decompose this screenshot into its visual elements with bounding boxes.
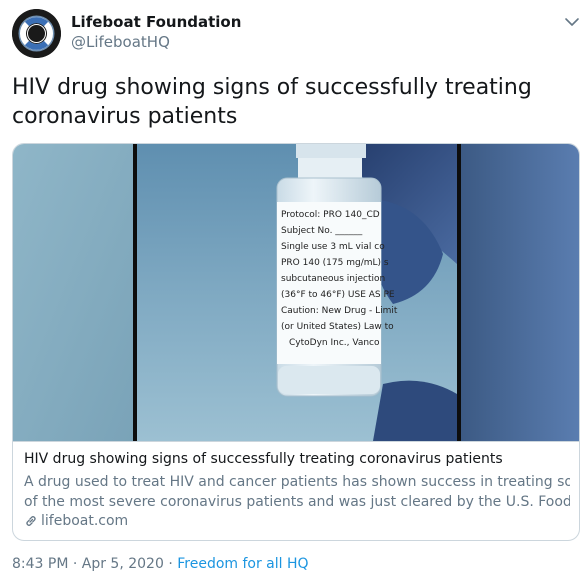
- tweet-text-line: HIV drug showing signs of successfully t…: [12, 75, 532, 100]
- author-handle[interactable]: @LifeboatHQ: [71, 33, 170, 51]
- card-domain-text: lifeboat.com: [41, 513, 129, 529]
- life-ring-icon: [12, 9, 61, 58]
- card-description-line: of the most severe coronavirus patients …: [24, 494, 570, 510]
- vial-photo: Protocol: PRO 140_CD Subject No. ______ …: [13, 144, 579, 441]
- card-image[interactable]: Protocol: PRO 140_CD Subject No. ______ …: [13, 144, 579, 441]
- vial-label-line: Single use 3 mL vial co: [281, 242, 385, 252]
- vial-label-line: Subject No. ______: [281, 226, 363, 236]
- avatar[interactable]: [12, 9, 61, 58]
- vial-label-line: PRO 140 (175 mg/mL) s: [281, 258, 389, 268]
- tweet-text: HIV drug showing signs of successfully t…: [12, 73, 572, 131]
- link-icon: [26, 516, 36, 526]
- card-title[interactable]: HIV drug showing signs of successfully t…: [24, 451, 503, 467]
- vial-label-line: CytoDyn Inc., Vanco: [289, 338, 380, 348]
- card-domain[interactable]: lifeboat.com: [24, 513, 128, 529]
- tweet-footer: 8:43 PM · Apr 5, 2020 · Freedom for all …: [12, 556, 309, 572]
- tweet: Lifeboat Foundation @LifeboatHQ HIV drug…: [0, 0, 588, 582]
- card-description-line: A drug used to treat HIV and cancer pati…: [24, 474, 570, 490]
- card-description: A drug used to treat HIV and cancer pati…: [24, 472, 570, 512]
- tweet-text-line: coronavirus patients: [12, 104, 238, 129]
- vial-label-line: subcutaneous injection: [281, 274, 385, 284]
- vial-label-line: (or United States) Law to: [281, 322, 394, 332]
- vial-label-line: (36°F to 46°F) USE AS PE: [281, 290, 395, 300]
- chevron-down-icon: [565, 18, 579, 26]
- more-options-button[interactable]: [562, 12, 582, 32]
- vial-label-line: Caution: New Drug - Limit: [281, 306, 398, 316]
- vial-label-line: Protocol: PRO 140_CD: [281, 210, 380, 220]
- tweet-timestamp[interactable]: 8:43 PM · Apr 5, 2020: [12, 556, 164, 572]
- author-name[interactable]: Lifeboat Foundation: [71, 13, 241, 31]
- source-app-link[interactable]: Freedom for all HQ: [177, 556, 308, 572]
- card-divider: [13, 441, 579, 442]
- link-preview-card[interactable]: Protocol: PRO 140_CD Subject No. ______ …: [12, 143, 580, 541]
- footer-separator: ·: [163, 556, 178, 572]
